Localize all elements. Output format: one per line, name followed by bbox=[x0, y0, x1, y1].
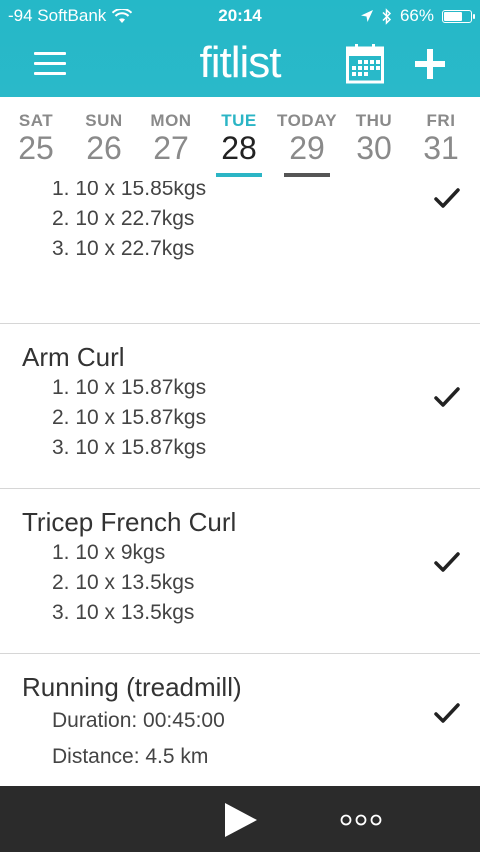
day-fri[interactable]: FRI 31 bbox=[411, 111, 471, 165]
exercise-name: Tricep French Curl bbox=[22, 507, 237, 537]
day-name: SUN bbox=[85, 111, 123, 130]
day-strip: SAT 25 SUN 26 MON 27 TUE 28 TODAY 29 THU 30 FRI 31 bbox=[0, 97, 480, 181]
exercise-set: 3. 10 x 15.87kgs bbox=[52, 436, 207, 459]
day-number: 28 bbox=[221, 130, 257, 166]
exercise-set: 3. 10 x 22.7kgs bbox=[52, 237, 195, 260]
bottom-toolbar bbox=[0, 786, 480, 852]
day-name: THU bbox=[355, 111, 393, 130]
exercise-set: 1. 10 x 15.85kgs bbox=[52, 181, 207, 200]
bluetooth-icon bbox=[382, 7, 392, 25]
day-number: 30 bbox=[356, 130, 392, 166]
exercise-set: 2. 10 x 22.7kgs bbox=[52, 207, 195, 230]
day-today[interactable]: TODAY 29 bbox=[277, 111, 337, 165]
checkmark-icon[interactable] bbox=[434, 551, 460, 573]
day-tue[interactable]: TUE 28 bbox=[209, 111, 269, 165]
day-number: 26 bbox=[86, 130, 122, 166]
day-thu[interactable]: THU 30 bbox=[344, 111, 404, 165]
exercise-name: Arm Curl bbox=[22, 342, 125, 372]
exercise-item[interactable]: Tricep French Curl 1. 10 x 9kgs 2. 10 x 13… bbox=[0, 489, 480, 654]
exercise-set: 3. 10 x 13.5kgs bbox=[52, 601, 195, 624]
checkmark-icon[interactable] bbox=[434, 386, 460, 408]
battery-percent: 66% bbox=[399, 6, 434, 25]
exercise-item[interactable]: Arm Extension1. 10 x 15.85kgs2. 10 x 22.… bbox=[0, 181, 480, 324]
selected-day-indicator bbox=[216, 173, 262, 177]
exercise-set: 2. 10 x 13.5kgs bbox=[52, 571, 195, 594]
day-number: 25 bbox=[18, 130, 54, 166]
checkmark-icon[interactable] bbox=[434, 702, 460, 724]
day-sat[interactable]: SAT 25 bbox=[6, 111, 66, 165]
today-indicator bbox=[284, 173, 330, 177]
navbar: fitlist bbox=[0, 32, 480, 97]
day-sun[interactable]: SUN 26 bbox=[74, 111, 134, 165]
day-name: SAT bbox=[18, 111, 54, 130]
day-name: TUE bbox=[221, 111, 257, 130]
exercise-set: 2. 10 x 15.87kgs bbox=[52, 406, 207, 429]
exercise-set: 1. 10 x 15.87kgs bbox=[52, 376, 207, 399]
exercise-item[interactable]: Running (treadmill) Duration: 00:45:00 Dis… bbox=[0, 654, 480, 785]
exercise-set: 1. 10 x 9kgs bbox=[52, 541, 166, 564]
day-name: FRI bbox=[426, 111, 456, 130]
day-number: 29 bbox=[289, 130, 325, 166]
app-title: fitlist bbox=[199, 38, 282, 87]
exercise-set: Distance: 4.5 km bbox=[52, 745, 209, 768]
more-icon[interactable] bbox=[340, 814, 382, 826]
day-name: TODAY bbox=[277, 111, 338, 130]
exercise-set: Duration: 00:45:00 bbox=[52, 709, 225, 732]
exercise-item[interactable]: Arm Curl 1. 10 x 15.87kgs 2. 10 x 15.87kgs… bbox=[0, 324, 480, 489]
day-number: 27 bbox=[153, 130, 189, 166]
app-header: -94 SoftBank 20:14 66% fitlist bbox=[0, 0, 480, 97]
day-name: MON bbox=[150, 111, 192, 130]
play-icon[interactable] bbox=[224, 802, 258, 838]
day-mon[interactable]: MON 27 bbox=[141, 111, 201, 165]
calendar-icon[interactable] bbox=[346, 44, 384, 84]
plus-icon[interactable] bbox=[410, 44, 450, 84]
checkmark-icon[interactable] bbox=[434, 187, 460, 209]
location-icon bbox=[360, 10, 373, 22]
exercise-name: Running (treadmill) bbox=[22, 672, 242, 702]
status-bar: -94 SoftBank 20:14 66% bbox=[0, 0, 480, 32]
day-number: 31 bbox=[423, 130, 459, 166]
battery-icon bbox=[442, 9, 475, 23]
exercise-list: Arm Extension1. 10 x 15.85kgs2. 10 x 22.… bbox=[0, 181, 480, 785]
